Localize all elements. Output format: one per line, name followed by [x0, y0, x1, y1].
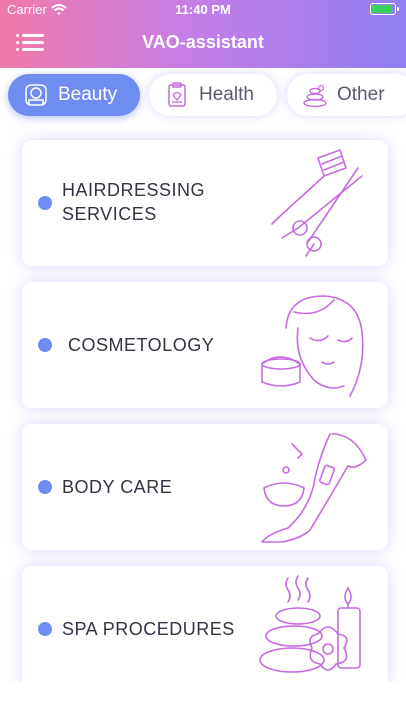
legs-wax-icon: [261, 433, 367, 543]
bullet-dot: [38, 196, 52, 210]
service-card-hairdressing[interactable]: HAIRDRESSING SERVICES: [22, 140, 388, 266]
service-card-cosmetology[interactable]: COSMETOLOGY: [22, 282, 388, 408]
services-list: HAIRDRESSING SERVICES COSMETOLOGY BODY C…: [0, 124, 406, 720]
tab-beauty[interactable]: Beauty: [8, 74, 140, 116]
bullet-dot: [38, 622, 52, 636]
other-stones-icon: [303, 84, 327, 108]
nav-bar: VAO-assistant: [0, 20, 406, 68]
page-title: VAO-assistant: [142, 32, 264, 52]
spa-stones-candle-icon: [259, 575, 361, 673]
category-tabs: Beauty Health Other: [0, 68, 406, 124]
service-label: HAIRDRESSING SERVICES: [62, 180, 206, 224]
face-cream-icon: [261, 295, 364, 397]
app-header: Carrier 11:40 PM VAO-assistant: [0, 0, 406, 68]
tab-health-label: Health: [199, 84, 254, 105]
tab-other-label: Other: [337, 84, 385, 105]
tab-beauty-label: Beauty: [58, 84, 118, 105]
service-label: BODY CARE: [62, 477, 173, 497]
tab-health[interactable]: Health: [149, 74, 277, 116]
status-time: 11:40 PM: [175, 2, 231, 17]
tab-other[interactable]: Other: [287, 74, 406, 116]
beauty-station-icon: [25, 84, 47, 106]
service-card-spa[interactable]: SPA PROCEDURES: [22, 566, 388, 692]
service-card-body-care[interactable]: BODY CARE: [22, 424, 388, 550]
service-label: COSMETOLOGY: [68, 335, 215, 355]
bullet-dot: [38, 338, 52, 352]
status-bar: Carrier 11:40 PM: [0, 0, 406, 20]
battery-icon: [370, 3, 399, 15]
bullet-dot: [38, 480, 52, 494]
service-label: SPA PROCEDURES: [62, 619, 235, 639]
list-bottom-edge: [0, 682, 406, 720]
hair-dye-brush-scissors-icon: [271, 149, 363, 257]
health-clipboard-icon: [168, 82, 186, 107]
